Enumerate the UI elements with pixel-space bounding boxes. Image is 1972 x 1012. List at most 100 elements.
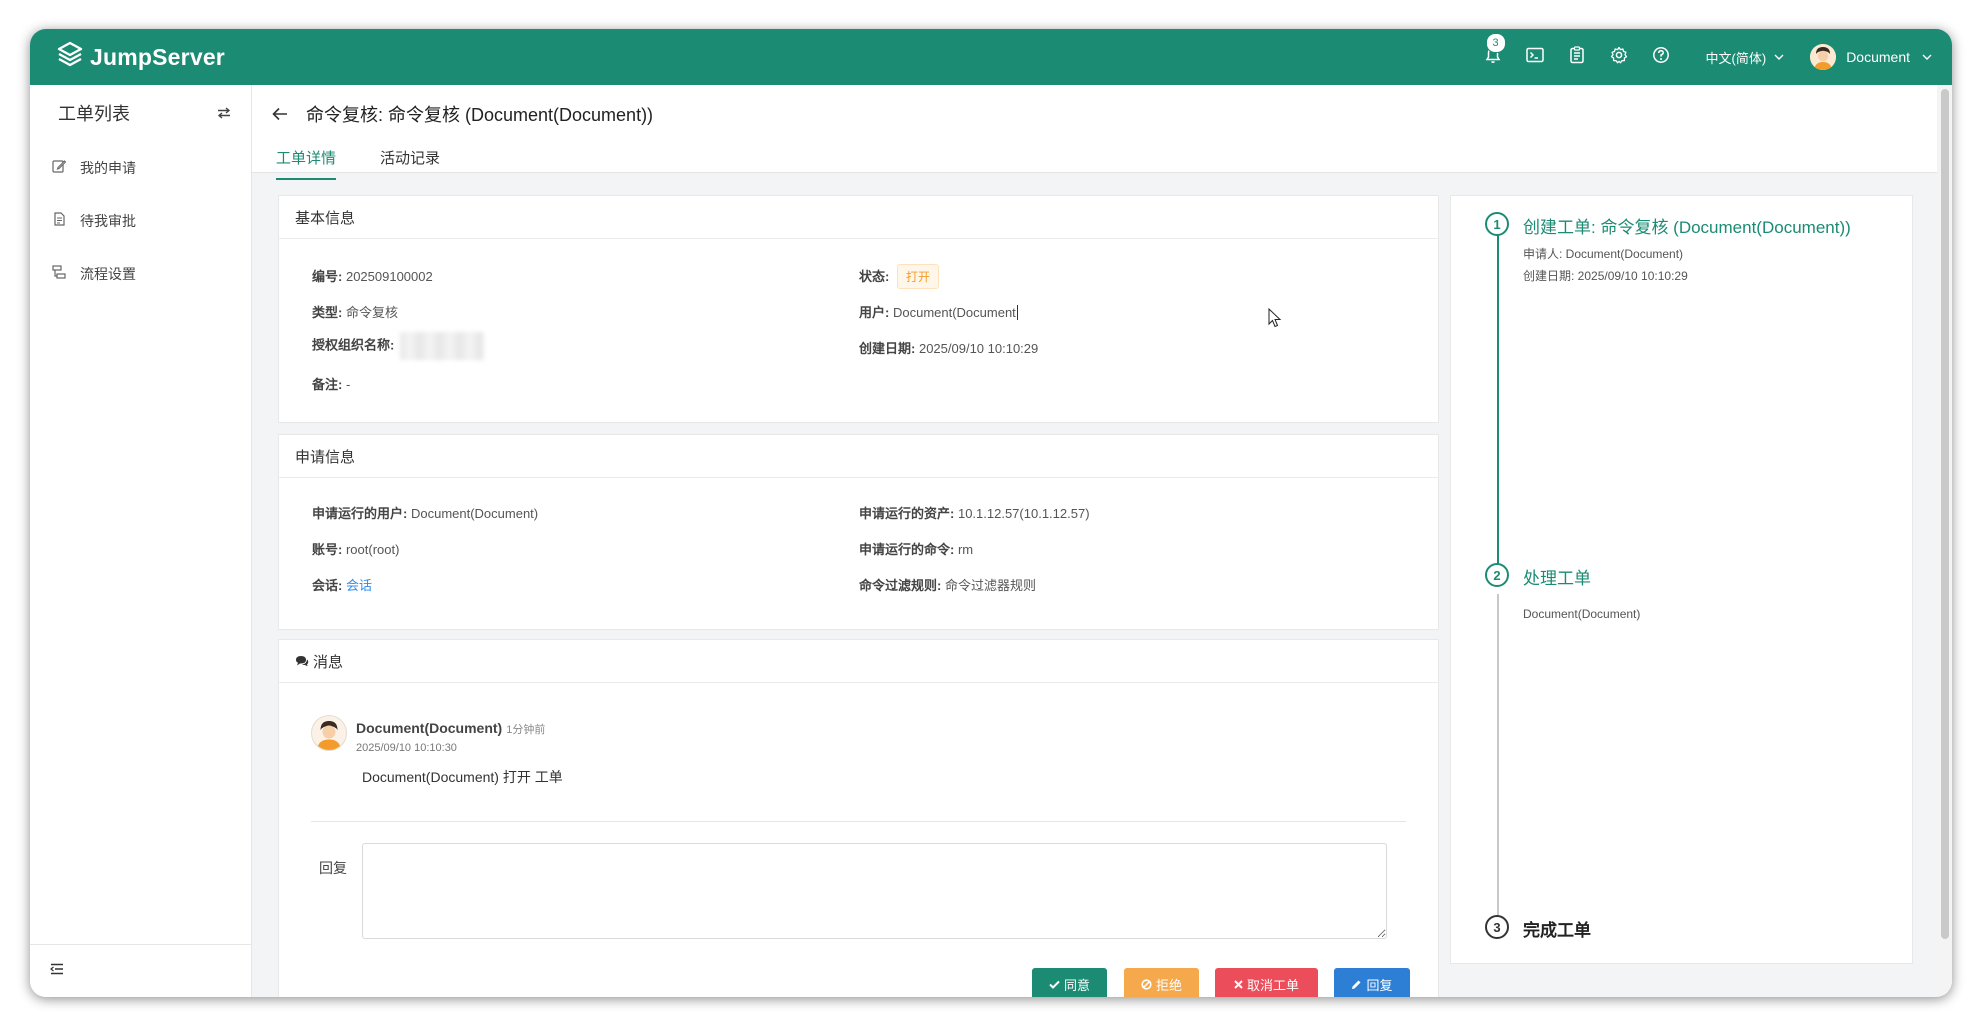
message-time-ago: 1分钟前 (506, 724, 546, 736)
language-select[interactable]: 中文(简体) (1706, 48, 1785, 67)
tab-activity-log[interactable]: 活动记录 (380, 147, 440, 180)
sidebar: 工单列表 我的申请 待我审批 流程设置 (30, 85, 252, 997)
field-value: Document(Document (892, 305, 1016, 320)
message-date: 2025/09/10 10:10:30 (356, 742, 457, 754)
switch-icon[interactable] (217, 103, 231, 124)
notification-badge: 3 (1485, 33, 1506, 53)
page-title: 命令复核: 命令复核 (Document(Document)) (306, 105, 654, 125)
button-label: 拒绝 (1155, 977, 1182, 993)
button-label: 同意 (1063, 977, 1090, 993)
ticket-id-field: 编号: 202509100002 (312, 266, 433, 285)
cancel-ticket-button[interactable]: 取消工单 (1215, 968, 1318, 997)
app-window: JumpServer 3 中文(简体) Document 工单列表 我的申请 待… (30, 29, 1952, 997)
step-1-applicant: 申请人: Document(Document) (1523, 247, 1684, 261)
page-scrollbar[interactable] (1937, 85, 1952, 997)
message-body: Document(Document) 打开 工单 (362, 769, 563, 785)
basic-info-panel: 基本信息 编号: 202509100002 类型: 命令复核 授权组织名称: 备… (278, 195, 1439, 423)
user-name: Document (1846, 49, 1910, 65)
terminal-button[interactable] (1523, 45, 1547, 69)
sidebar-title: 工单列表 (58, 104, 130, 124)
user-field: 用户: Document(Document (859, 302, 1018, 321)
panel-title-row: 消息 (279, 640, 1438, 683)
page-header: 命令复核: 命令复核 (Document(Document)) 工单详情 活动记… (252, 85, 1937, 180)
reply-label: 回复 (319, 860, 347, 876)
field-value: 命令复核 (345, 305, 398, 320)
document-icon (52, 212, 80, 229)
settings-button[interactable] (1607, 45, 1631, 69)
session-link[interactable]: 会话 (346, 578, 372, 593)
field-label: 类型: (312, 305, 343, 320)
sidebar-item-my-requests[interactable]: 我的申请 (30, 141, 251, 194)
step-1-title: 创建工单: 命令复核 (Document(Document)) (1523, 218, 1851, 237)
panel-title: 消息 (313, 653, 344, 671)
sidebar-collapse-button[interactable] (30, 944, 251, 997)
tab-bar: 工单详情 活动记录 (252, 147, 460, 180)
back-arrow-icon[interactable] (272, 107, 288, 121)
field-label: 用户: (859, 305, 890, 320)
sidebar-item-label: 流程设置 (80, 265, 136, 282)
approve-button[interactable]: 同意 (1032, 968, 1107, 997)
close-icon (1234, 979, 1247, 989)
account-field: 账号: root(root) (312, 539, 399, 558)
session-field: 会话: 会话 (312, 575, 372, 594)
sidebar-item-pending-approval[interactable]: 待我审批 (30, 194, 251, 247)
step-1-marker: 1 (1485, 212, 1509, 236)
gear-icon (1610, 46, 1628, 69)
field-value: root(root) (345, 542, 400, 557)
user-avatar (1810, 44, 1837, 70)
language-label: 中文(简体) (1705, 50, 1767, 66)
field-label: 会话: (312, 578, 343, 593)
reply-button[interactable]: 回复 (1334, 968, 1410, 997)
field-label: 申请运行的资产: (859, 506, 955, 521)
step-3-title: 完成工单 (1523, 921, 1591, 940)
field-value: 10.1.12.57(10.1.12.57) (957, 506, 1090, 521)
notifications-button[interactable]: 3 (1481, 33, 1506, 69)
command-filter-field: 命令过滤规则: 命令过滤器规则 (859, 575, 1036, 594)
step-1-created: 创建日期: 2025/09/10 10:10:29 (1523, 269, 1688, 283)
field-value: - (345, 377, 351, 392)
check-icon (1049, 980, 1064, 989)
author-name: Document(Document) (356, 720, 503, 736)
run-asset-field: 申请运行的资产: 10.1.12.57(10.1.12.57) (859, 503, 1090, 522)
comments-icon (295, 655, 309, 667)
chevron-down-icon (1774, 54, 1784, 60)
panel-title: 基本信息 (279, 196, 1438, 239)
logo[interactable]: JumpServer (56, 41, 225, 74)
field-label: 创建日期: (859, 341, 916, 356)
jumpserver-logo-icon (56, 41, 84, 74)
run-command-field: 申请运行的命令: rm (859, 539, 973, 558)
tab-ticket-detail[interactable]: 工单详情 (276, 147, 337, 180)
field-value: 命令过滤器规则 (944, 578, 1036, 593)
step-2-assignee: Document(Document) (1523, 607, 1641, 621)
redacted-value (399, 332, 484, 360)
divider (311, 821, 1406, 822)
ticket-type-field: 类型: 命令复核 (312, 302, 398, 321)
help-button[interactable] (1649, 45, 1673, 69)
sidebar-header: 工单列表 (30, 85, 251, 141)
panel-title: 申请信息 (279, 435, 1438, 478)
scrollbar-thumb[interactable] (1941, 89, 1949, 939)
timeline-line-active (1497, 230, 1499, 570)
ticket-timeline: 1 创建工单: 命令复核 (Document(Document)) 申请人: D… (1450, 195, 1913, 964)
run-user-field: 申请运行的用户: Document(Document) (312, 503, 538, 522)
field-label: 命令过滤规则: (859, 578, 942, 593)
reject-button[interactable]: 拒绝 (1124, 968, 1199, 997)
field-label: 申请运行的用户: (312, 506, 408, 521)
field-value: rm (957, 542, 974, 557)
created-date-field: 创建日期: 2025/09/10 10:10:29 (859, 338, 1038, 357)
sidebar-item-label: 待我审批 (80, 212, 136, 229)
top-navbar: JumpServer 3 中文(简体) Document (30, 29, 1952, 85)
mouse-cursor-icon (1268, 307, 1282, 333)
button-label: 回复 (1366, 977, 1393, 993)
pencil-icon (1351, 979, 1366, 990)
field-label: 状态: (859, 269, 890, 284)
flow-icon (52, 265, 80, 282)
user-menu[interactable]: Document (1810, 44, 1932, 70)
tickets-button[interactable] (1565, 45, 1589, 69)
sidebar-item-flow-settings[interactable]: 流程设置 (30, 247, 251, 300)
field-value: 202509100002 (345, 269, 433, 284)
breadcrumb: 命令复核: 命令复核 (Document(Document)) (272, 101, 653, 127)
reply-textarea[interactable] (362, 843, 1387, 939)
field-label: 授权组织名称: (312, 337, 395, 353)
field-value: 2025/09/10 10:10:29 (918, 341, 1039, 356)
